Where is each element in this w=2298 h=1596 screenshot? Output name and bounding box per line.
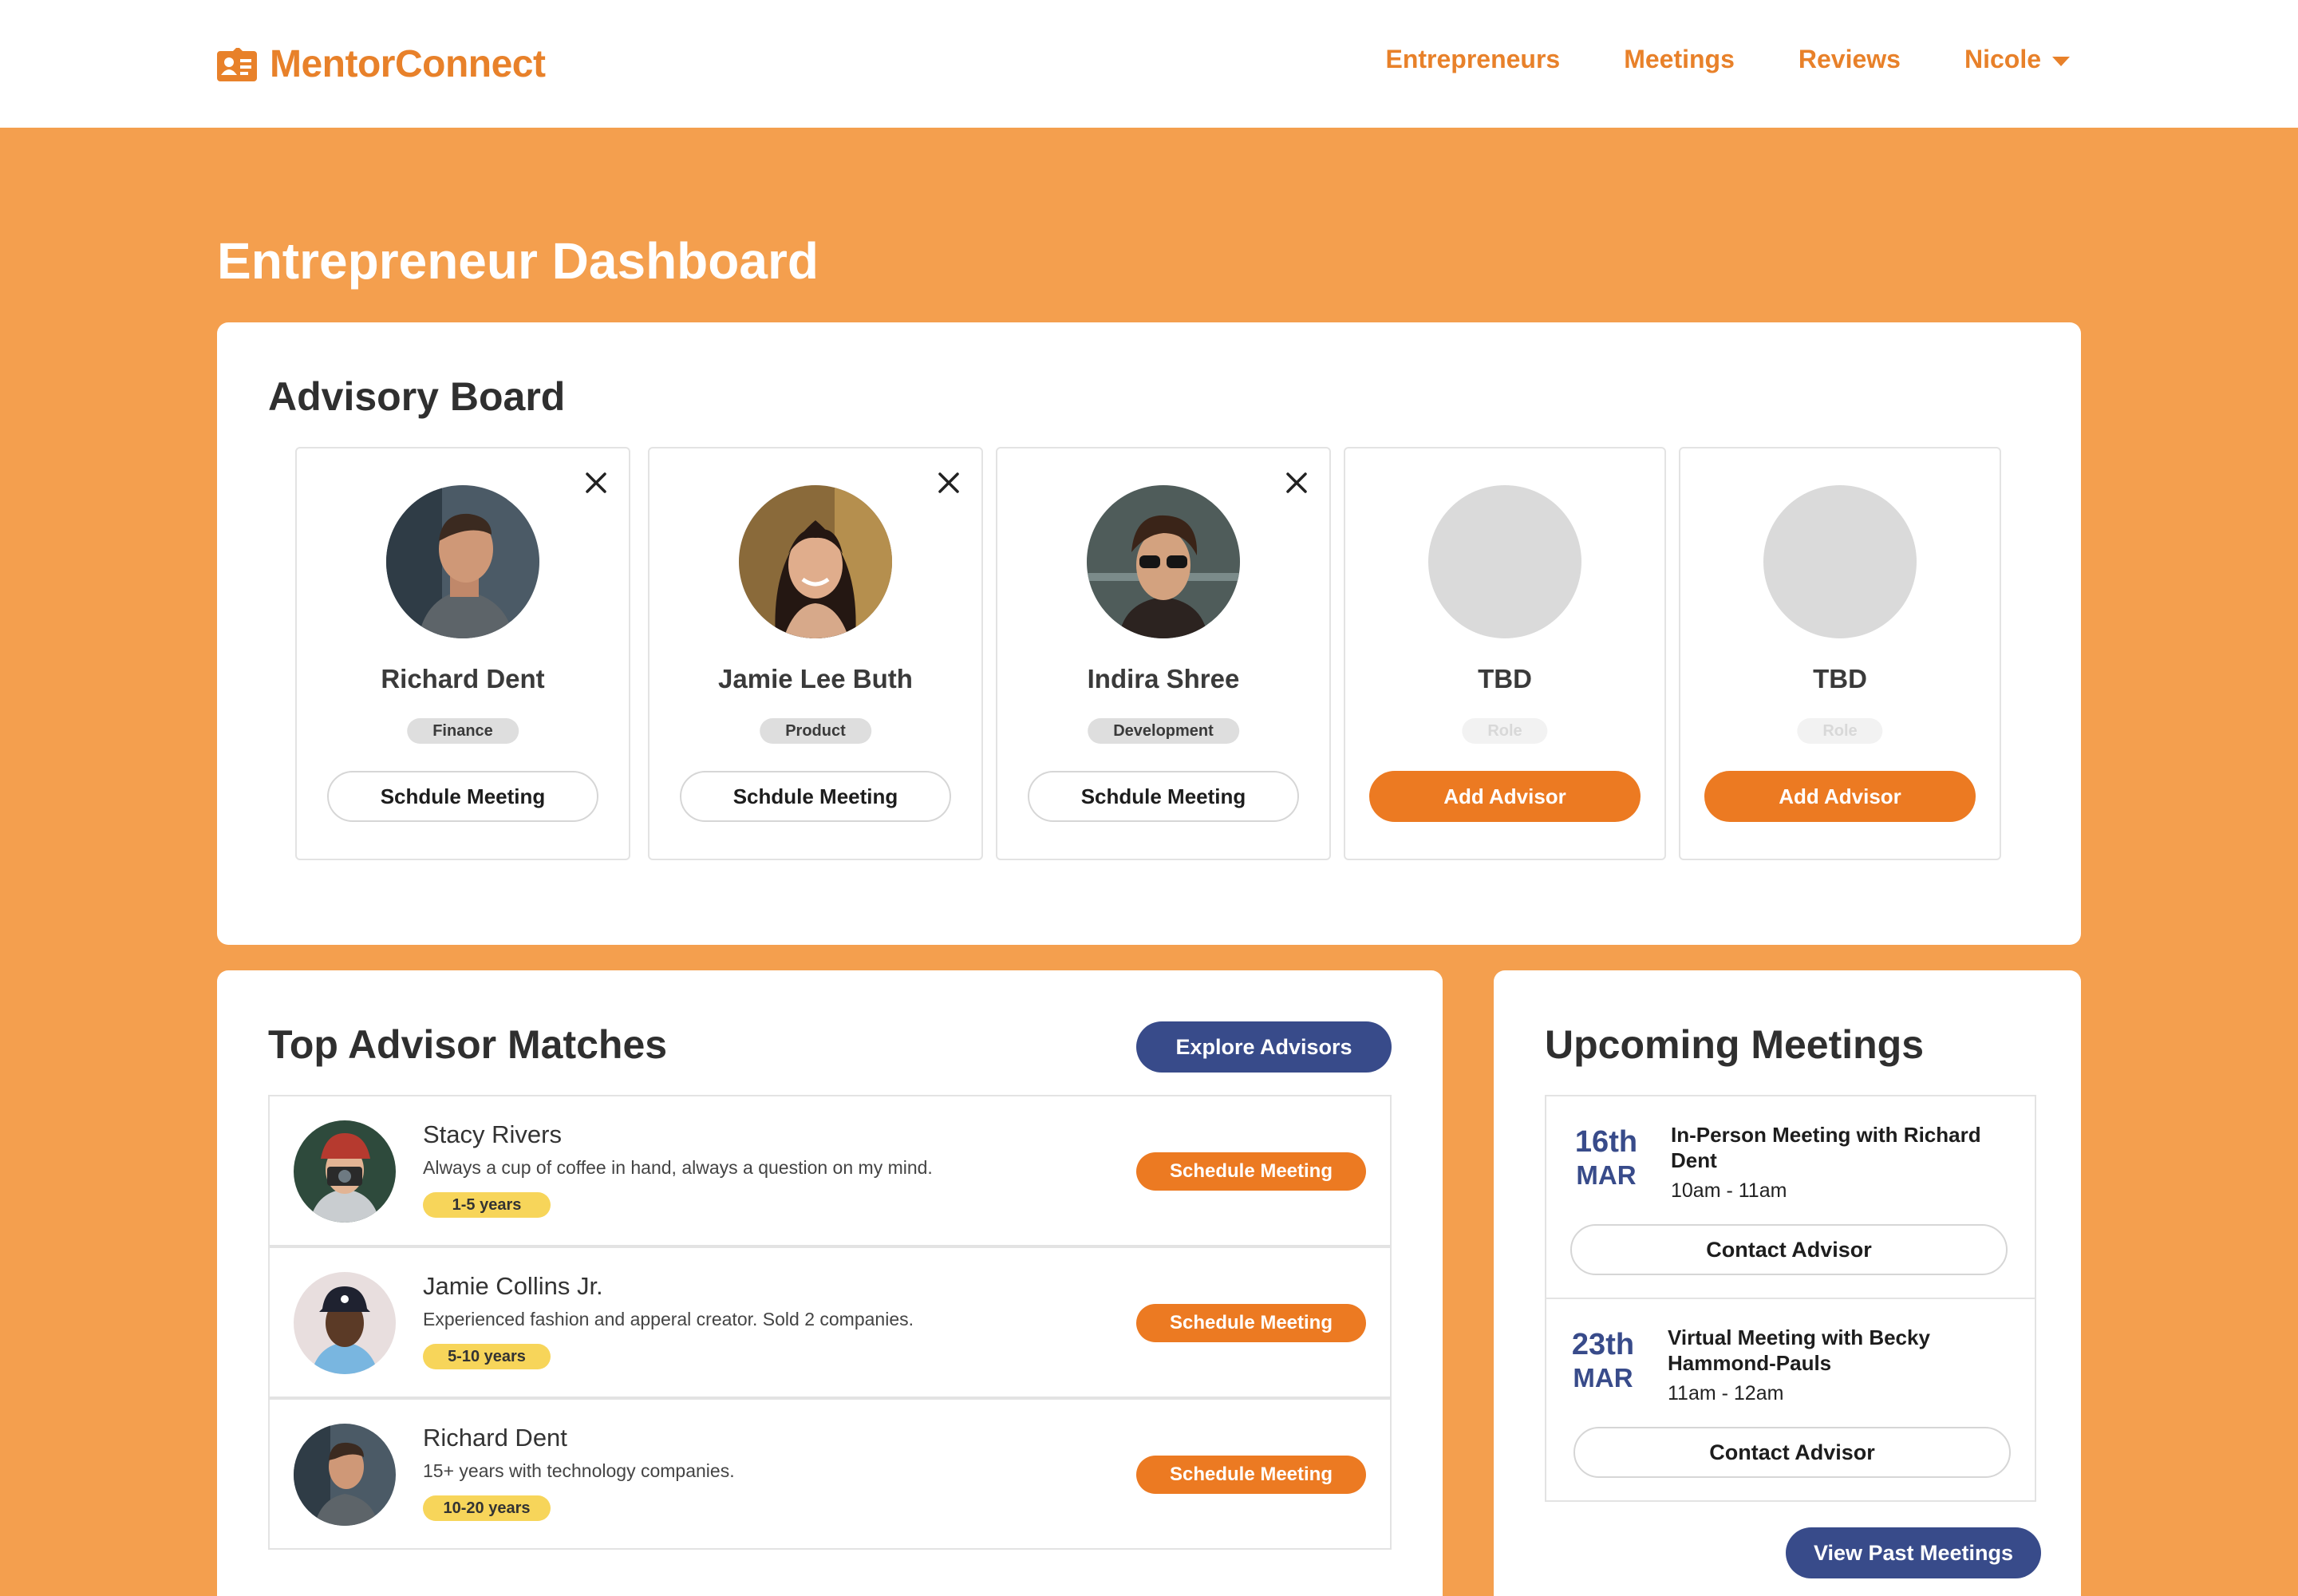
id-card-icon: [217, 48, 257, 81]
caret-down-icon: [2052, 56, 2070, 66]
main-nav: Entrepreneurs Meetings Reviews Nicole: [1321, 45, 2070, 74]
schedule-meeting-button[interactable]: Schdule Meeting: [1028, 771, 1299, 822]
schedule-meeting-button[interactable]: Schdule Meeting: [680, 771, 951, 822]
advisory-board-title: Advisory Board: [268, 374, 566, 419]
top-advisor-matches-title: Top Advisor Matches: [268, 1022, 668, 1067]
experience-badge: 1-5 years: [423, 1192, 551, 1218]
role-badge: Role: [1797, 718, 1883, 744]
advisor-name: Stacy Rivers: [423, 1120, 562, 1148]
upcoming-meetings-card: Upcoming Meetings 16th MAR In-Person Mee…: [1494, 970, 2081, 1596]
meeting-month: MAR: [1576, 1160, 1637, 1190]
role-badge: Role: [1462, 718, 1548, 744]
meeting-time: 11am - 12am: [1668, 1382, 1784, 1404]
advisor-slot: Jamie Lee Buth Product Schdule Meeting: [648, 447, 983, 860]
view-past-meetings-button[interactable]: View Past Meetings: [1786, 1527, 2041, 1578]
advisor-name: TBD: [1813, 664, 1867, 693]
advisor-name: Jamie Collins Jr.: [423, 1272, 603, 1300]
role-badge: Development: [1088, 718, 1239, 744]
advisor-description: 15+ years with technology companies.: [423, 1460, 735, 1481]
advisor-slot: Indira Shree Development Schdule Meeting: [996, 447, 1331, 860]
user-menu[interactable]: Nicole: [1964, 45, 2070, 74]
schedule-meeting-button[interactable]: Schedule Meeting: [1136, 1304, 1366, 1342]
advisor-slot-empty: TBD Role Add Advisor: [1679, 447, 2001, 860]
schedule-meeting-button[interactable]: Schedule Meeting: [1136, 1152, 1366, 1191]
advisor-slot-empty: TBD Role Add Advisor: [1344, 447, 1666, 860]
add-advisor-button[interactable]: Add Advisor: [1369, 771, 1641, 822]
contact-advisor-button[interactable]: Contact Advisor: [1570, 1224, 2008, 1275]
list-item: Stacy Rivers Always a cup of coffee in h…: [268, 1095, 1392, 1246]
close-icon[interactable]: [582, 469, 610, 496]
avatar: [294, 1272, 396, 1374]
brand-logo[interactable]: MentorConnect: [217, 41, 546, 86]
top-navbar: MentorConnect Entrepreneurs Meetings Rev…: [0, 0, 2298, 128]
meeting-title: In-Person Meeting with Richard Dent: [1671, 1123, 1981, 1172]
avatar-placeholder: [1763, 485, 1917, 638]
page-title: Entrepreneur Dashboard: [217, 232, 819, 290]
advisor-name: Richard Dent: [381, 664, 545, 693]
avatar: [294, 1120, 396, 1223]
nav-link-meetings[interactable]: Meetings: [1624, 45, 1735, 74]
advisor-description: Experienced fashion and apperal creator.…: [423, 1309, 914, 1329]
schedule-meeting-button[interactable]: Schedule Meeting: [1136, 1456, 1366, 1494]
advisor-name: Indira Shree: [1087, 664, 1240, 693]
list-item: Richard Dent 15+ years with technology c…: [268, 1398, 1392, 1550]
top-advisor-matches-card: Top Advisor Matches Explore Advisors Sta…: [217, 970, 1443, 1596]
nav-link-entrepreneurs[interactable]: Entrepreneurs: [1385, 45, 1560, 74]
meeting-time: 10am - 11am: [1671, 1179, 1787, 1202]
role-badge: Product: [760, 718, 871, 744]
user-name: Nicole: [1964, 45, 2041, 73]
list-item: Jamie Collins Jr. Experienced fashion an…: [268, 1246, 1392, 1398]
advisor-name: TBD: [1478, 664, 1532, 693]
close-icon[interactable]: [1283, 469, 1310, 496]
meeting-day: 23th: [1571, 1328, 1635, 1361]
experience-badge: 10-20 years: [423, 1495, 551, 1521]
avatar-placeholder: [1428, 485, 1581, 638]
advisor-name: Richard Dent: [423, 1424, 567, 1452]
nav-link-reviews[interactable]: Reviews: [1799, 45, 1901, 74]
close-icon[interactable]: [935, 469, 962, 496]
meeting-day: 16th: [1574, 1125, 1638, 1159]
meeting-item: 23th MAR Virtual Meeting with Becky Hamm…: [1545, 1298, 2036, 1502]
avatar: [386, 485, 539, 638]
advisor-description: Always a cup of coffee in hand, always a…: [423, 1157, 933, 1178]
experience-badge: 5-10 years: [423, 1344, 551, 1369]
contact-advisor-button[interactable]: Contact Advisor: [1573, 1427, 2011, 1478]
meeting-month: MAR: [1573, 1363, 1633, 1393]
meeting-item: 16th MAR In-Person Meeting with Richard …: [1545, 1095, 2036, 1299]
role-badge: Finance: [407, 718, 519, 744]
explore-advisors-button[interactable]: Explore Advisors: [1136, 1021, 1392, 1073]
schedule-meeting-button[interactable]: Schdule Meeting: [327, 771, 598, 822]
advisor-name: Jamie Lee Buth: [718, 664, 913, 693]
brand-name: MentorConnect: [270, 42, 546, 85]
meeting-title: Virtual Meeting with Becky Hammond-Pauls: [1668, 1325, 1930, 1375]
avatar: [1087, 485, 1240, 638]
advisor-slot: Richard Dent Finance Schdule Meeting: [295, 447, 630, 860]
advisory-board-card: Advisory Board Richard Dent Finance Schd…: [217, 322, 2081, 945]
avatar: [739, 485, 892, 638]
add-advisor-button[interactable]: Add Advisor: [1704, 771, 1976, 822]
avatar: [294, 1424, 396, 1526]
upcoming-meetings-title: Upcoming Meetings: [1545, 1022, 1925, 1067]
